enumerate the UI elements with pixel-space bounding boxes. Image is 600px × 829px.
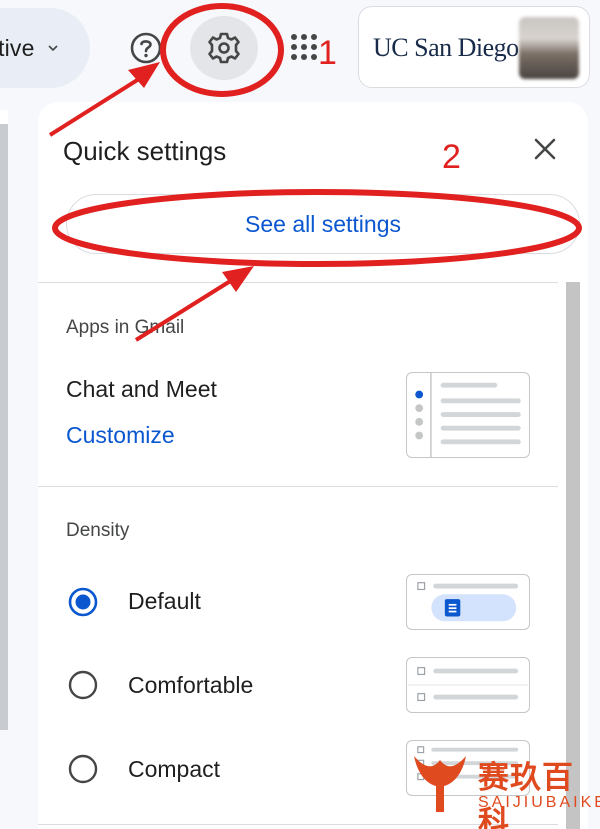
- panel-title: Quick settings: [63, 136, 227, 166]
- radio-default[interactable]: [68, 587, 98, 617]
- status-dropdown[interactable]: tive: [0, 8, 90, 88]
- watermark-subtext: SAIJIUBAIKE: [478, 794, 600, 811]
- see-all-settings-button[interactable]: See all settings: [66, 194, 580, 254]
- gear-icon: [208, 32, 240, 64]
- density-section-title: Density: [66, 520, 130, 541]
- google-apps-icon[interactable]: [289, 32, 319, 62]
- watermark-text: 赛玖百科: [478, 760, 574, 829]
- org-logo: UC San Diego: [373, 33, 519, 62]
- gmail-settings-screenshot: tive UC San Diego Quick settings See all…: [0, 0, 600, 829]
- radio-comfortable[interactable]: [68, 670, 98, 700]
- background-edge: [0, 110, 8, 124]
- radio-compact[interactable]: [68, 754, 98, 784]
- background-scrollbar: [0, 110, 8, 730]
- avatar: [519, 17, 579, 79]
- chevron-down-icon: [48, 45, 58, 52]
- divider: [38, 282, 558, 283]
- apps-section-title: Apps in Gmail: [66, 317, 185, 338]
- density-default-preview-icon: [406, 574, 530, 630]
- density-comfortable-preview-icon: [406, 657, 530, 713]
- whale-tail-logo-icon: [414, 756, 466, 812]
- density-option-label[interactable]: Default: [128, 588, 201, 615]
- help-icon[interactable]: [128, 30, 164, 66]
- chat-meet-preview-icon: [406, 372, 530, 458]
- settings-button[interactable]: [190, 16, 258, 80]
- density-option-label[interactable]: Comfortable: [128, 672, 253, 699]
- status-label: tive: [0, 34, 35, 61]
- close-icon[interactable]: [530, 134, 560, 164]
- annotation-step-1: 1: [318, 34, 337, 72]
- density-option-label[interactable]: Compact: [128, 756, 220, 783]
- quick-settings-panel: Quick settings See all settings Apps in …: [38, 102, 588, 829]
- account-switcher[interactable]: UC San Diego: [358, 6, 590, 88]
- chat-meet-label: Chat and Meet: [66, 376, 217, 402]
- watermark: 赛玖百科 SAIJIUBAIKE: [408, 746, 600, 829]
- customize-link[interactable]: Customize: [66, 422, 175, 449]
- divider: [38, 486, 558, 487]
- annotation-step-2: 2: [442, 138, 461, 176]
